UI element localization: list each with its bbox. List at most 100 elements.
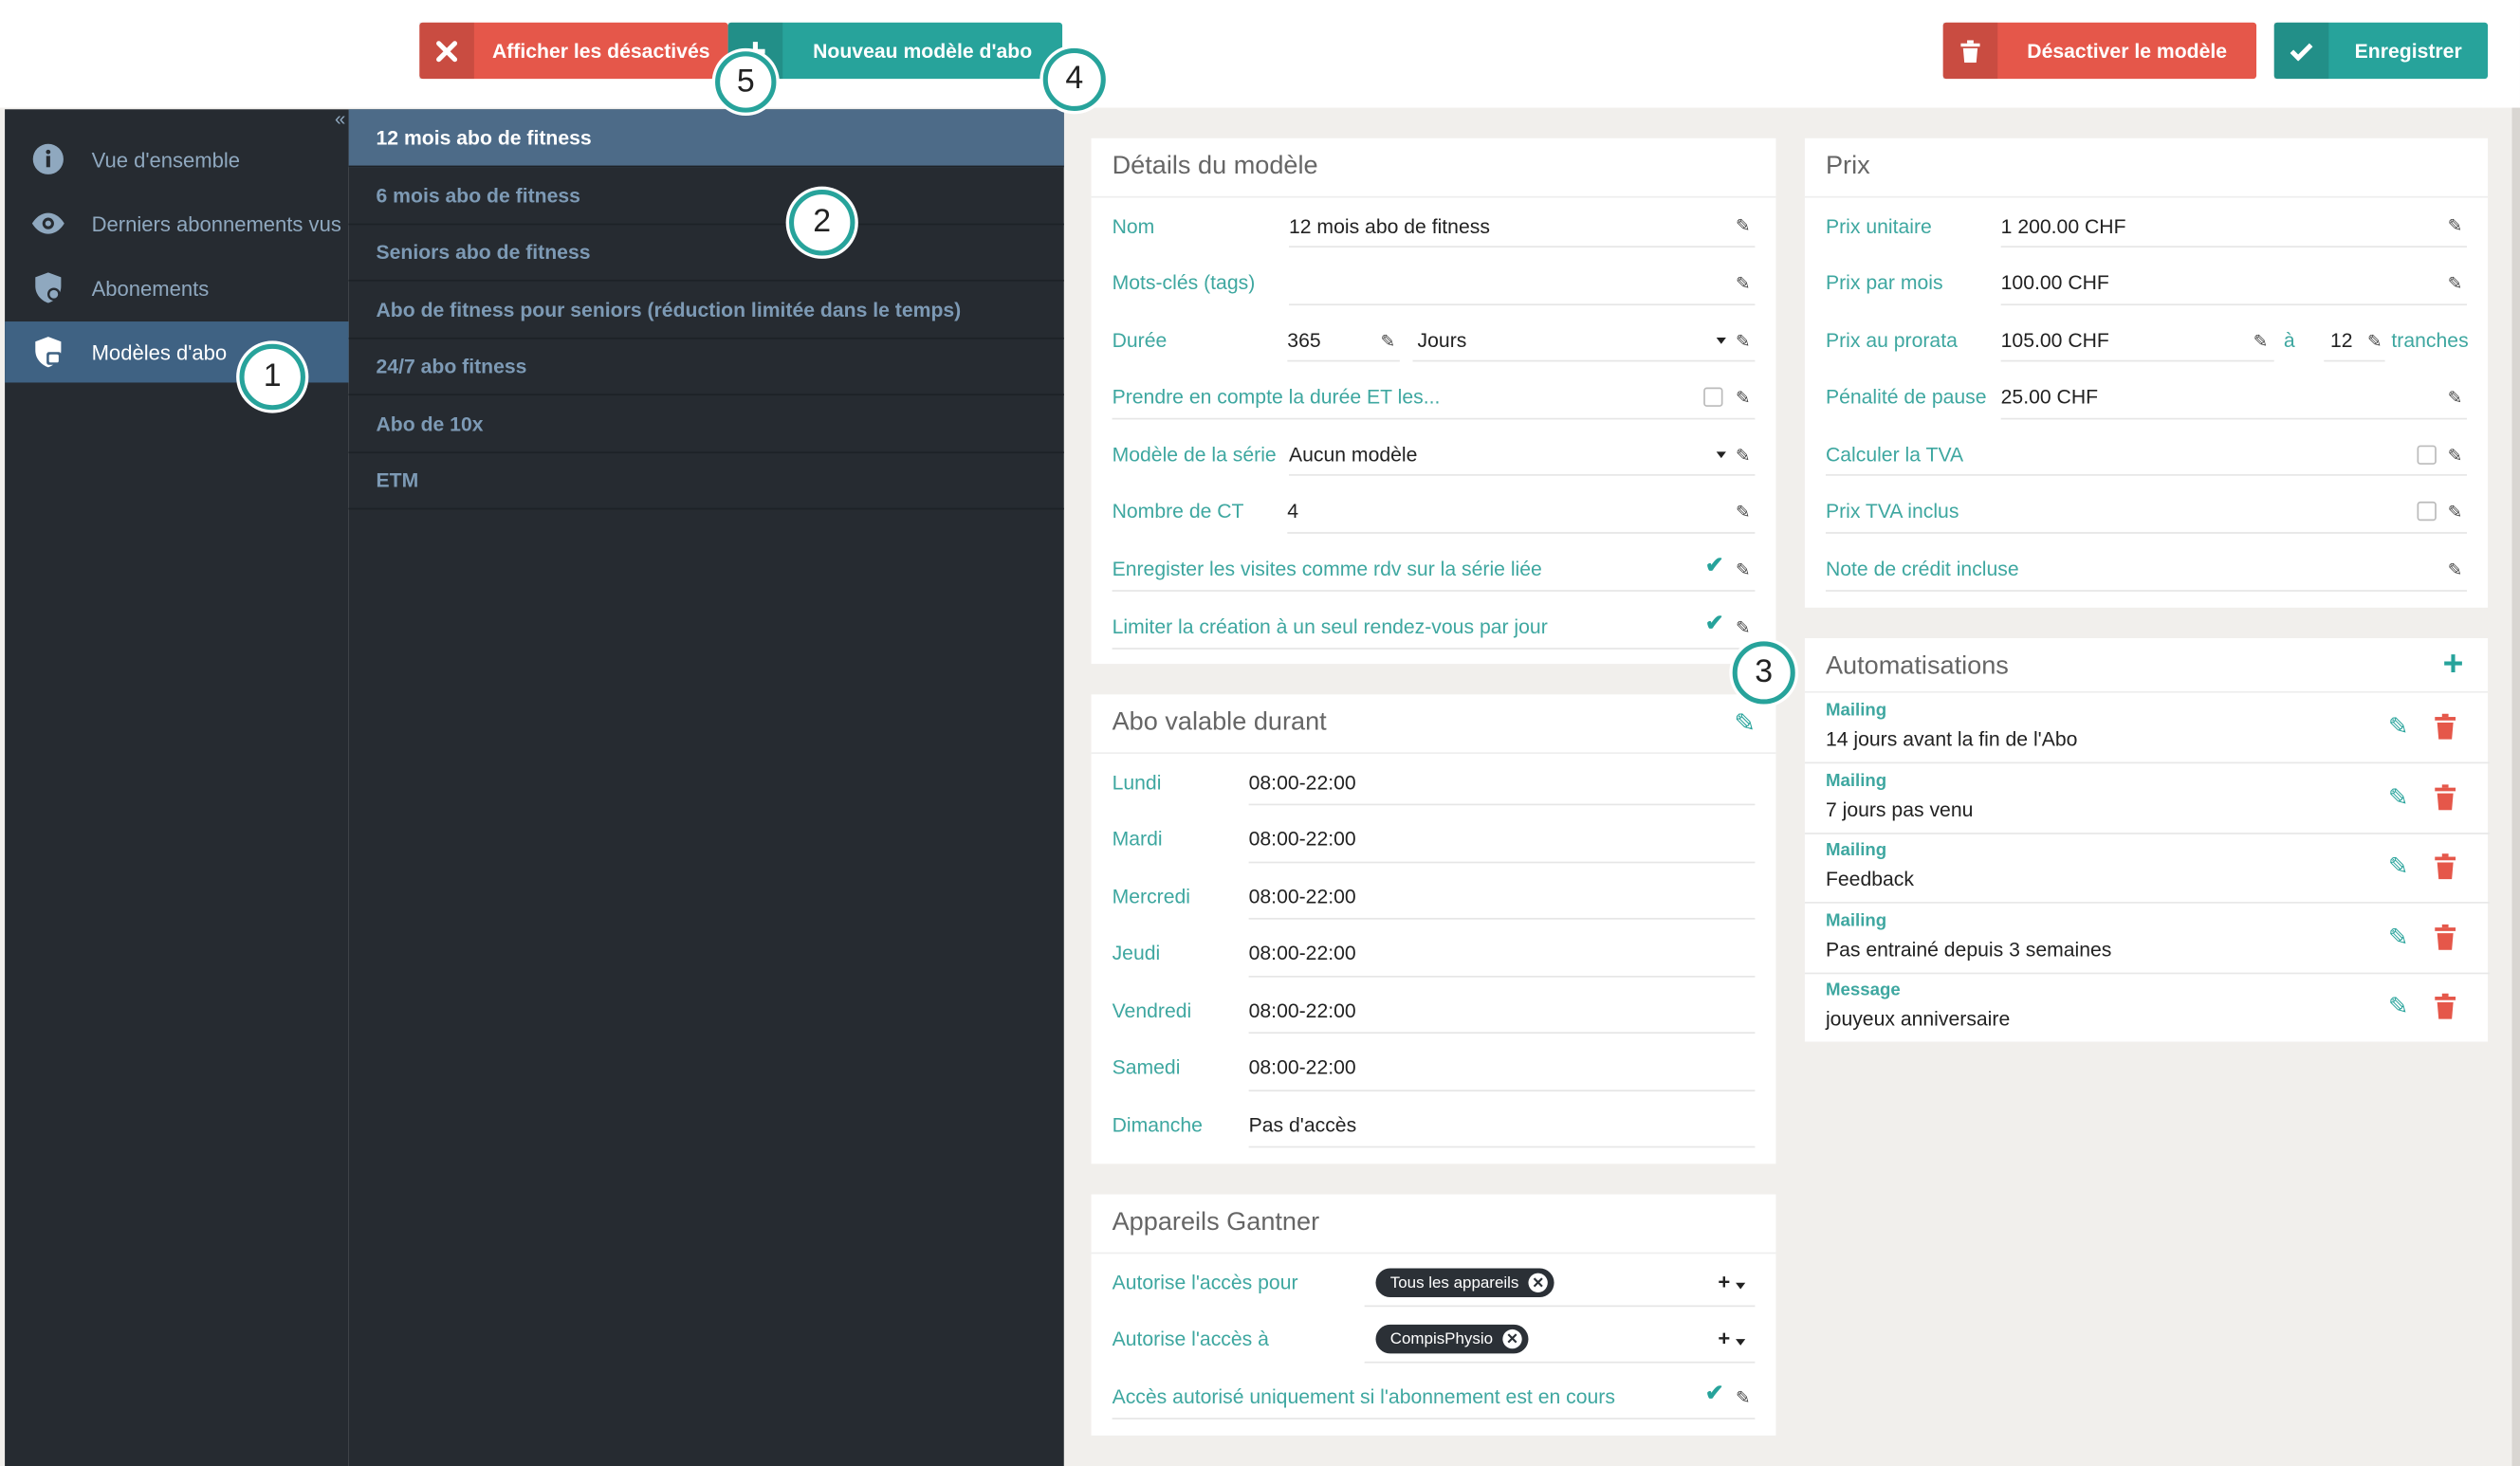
app-root: Afficher les désactivés Nouveau modèle d… — [0, 0, 2520, 1466]
sidebar-item-overview[interactable]: Vue d'ensemble — [5, 129, 349, 190]
monthly-price-label: Prix par mois — [1825, 271, 1943, 295]
day-label: Jeudi — [1112, 942, 1161, 965]
callout-badge: 1 — [239, 343, 305, 411]
remove-tag-icon[interactable]: ✕ — [1502, 1329, 1522, 1349]
callout-badge: 5 — [715, 51, 777, 113]
devices-panel: Appareils Gantner Autorise l'accès pour … — [1091, 1194, 1776, 1436]
access-to-tag[interactable]: CompisPhysio ✕ — [1375, 1324, 1529, 1354]
vat-included-checkbox[interactable] — [2417, 501, 2437, 522]
pencil-icon[interactable]: ✎ — [2448, 388, 2463, 408]
pencil-icon[interactable]: ✎ — [1736, 273, 1751, 294]
delete-icon[interactable] — [2435, 853, 2456, 888]
pencil-icon[interactable]: ✎ — [2448, 273, 2463, 294]
details-panel: Détails du modèle Nom 12 mois abo de fit… — [1091, 137, 1776, 665]
automation-desc: Feedback — [1825, 868, 1914, 891]
day-label: Vendredi — [1112, 999, 1192, 1023]
pencil-icon[interactable]: ✎ — [2448, 559, 2463, 580]
new-model-button[interactable]: Nouveau modèle d'abo — [727, 22, 1063, 80]
ct-label: Nombre de CT — [1112, 500, 1244, 522]
pencil-icon[interactable]: ✎ — [2448, 446, 2463, 466]
shield-icon — [5, 271, 92, 303]
automation-desc: jouyeux anniversaire — [1825, 1007, 2011, 1031]
pencil-icon[interactable]: ✎ — [1381, 331, 1396, 352]
chevron-down-icon — [1716, 451, 1726, 459]
save-button[interactable]: Enregistrer — [2273, 22, 2489, 80]
unit-price-label: Prix unitaire — [1825, 215, 1932, 238]
details-title: Détails du modèle — [1112, 153, 1318, 180]
price-title: Prix — [1825, 153, 1870, 180]
model-list: 12 mois abo de fitness 6 mois abo de fit… — [348, 109, 1064, 1466]
limit-checkbox[interactable]: ✔ — [1705, 609, 1724, 636]
edit-validity-icon[interactable]: ✎ — [1734, 707, 1756, 740]
new-model-label: Nouveau modèle d'abo — [813, 39, 1033, 63]
automation-desc: 7 jours pas venu — [1825, 798, 1974, 822]
pencil-icon[interactable]: ✎ — [2448, 502, 2463, 522]
scrollbar[interactable] — [2511, 107, 2520, 1466]
visits-checkbox[interactable]: ✔ — [1705, 551, 1724, 578]
list-item[interactable]: Abo de fitness pour seniors (réduction l… — [348, 282, 1064, 339]
edit-icon[interactable]: ✎ — [2388, 923, 2408, 952]
prorata-unit-label: tranches — [2391, 329, 2469, 353]
automation-type: Mailing — [1825, 840, 1887, 860]
delete-icon[interactable] — [2435, 784, 2456, 818]
delete-icon[interactable] — [2435, 924, 2456, 959]
list-item: Message jouyeux anniversaire ✎ — [1805, 973, 2490, 1044]
sidebar-item-recent-subscriptions[interactable]: Derniers abonnements vus — [5, 192, 349, 253]
pencil-icon[interactable]: ✎ — [1736, 331, 1751, 352]
deactivate-model-button[interactable]: Désactiver le modèle — [1942, 22, 2257, 80]
remove-tag-icon[interactable]: ✕ — [1528, 1273, 1548, 1292]
automations-panel: Automatisations + Mailing 14 jours avant… — [1804, 637, 2490, 1044]
pencil-icon[interactable]: ✎ — [1736, 502, 1751, 522]
pause-penalty-label: Pénalité de pause — [1825, 385, 1987, 409]
pencil-icon[interactable]: ✎ — [2253, 331, 2269, 352]
add-dropdown-icon[interactable]: + — [1718, 1270, 1746, 1294]
edit-icon[interactable]: ✎ — [2388, 712, 2408, 742]
pencil-icon[interactable]: ✎ — [1736, 215, 1751, 236]
list-item[interactable]: 12 mois abo de fitness — [348, 109, 1064, 168]
delete-icon[interactable] — [2435, 713, 2456, 748]
pencil-icon[interactable]: ✎ — [1736, 559, 1751, 580]
pencil-icon[interactable]: ✎ — [1736, 388, 1751, 408]
save-label: Enregistrer — [2354, 39, 2462, 63]
list-item[interactable]: 6 mois abo de fitness — [348, 167, 1064, 226]
list-item: Mailing Feedback ✎ — [1804, 833, 2490, 904]
duration-label: Durée — [1112, 329, 1168, 353]
edit-icon[interactable]: ✎ — [2388, 852, 2408, 881]
delete-icon[interactable] — [2435, 993, 2456, 1028]
pencil-icon[interactable]: ✎ — [1736, 1387, 1751, 1408]
show-disabled-button[interactable]: Afficher les désactivés — [419, 22, 728, 80]
deactivate-model-label: Désactiver le modèle — [2027, 39, 2228, 63]
devices-title: Appareils Gantner — [1112, 1208, 1320, 1237]
day-label: Lundi — [1112, 771, 1162, 795]
list-item[interactable]: Abo de 10x — [348, 395, 1064, 454]
list-item: Mailing 7 jours pas venu ✎ — [1804, 763, 2490, 834]
consider-checkbox[interactable] — [1703, 387, 1723, 407]
pencil-icon[interactable]: ✎ — [2367, 331, 2382, 352]
pencil-icon[interactable]: ✎ — [1736, 617, 1751, 638]
add-automation-icon[interactable]: + — [2443, 643, 2464, 685]
sidebar: « Vue d'ensemble Derniers abonnements vu… — [5, 108, 349, 1466]
list-item[interactable]: ETM — [348, 451, 1064, 510]
pencil-icon[interactable]: ✎ — [2448, 215, 2463, 236]
only-active-checkbox[interactable]: ✔ — [1705, 1379, 1724, 1406]
list-item[interactable]: Seniors abo de fitness — [348, 224, 1064, 282]
trash-icon — [1942, 22, 1998, 80]
access-for-tag[interactable]: Tous les appareils ✕ — [1375, 1268, 1554, 1298]
day-label: Samedi — [1112, 1055, 1181, 1079]
automation-desc: 14 jours avant la fin de l'Abo — [1825, 727, 2078, 751]
collapse-sidebar-icon[interactable]: « — [335, 108, 345, 131]
price-panel: Prix Prix unitaire 1 200.00 CHF ✎ Prix p… — [1804, 137, 2489, 608]
sidebar-item-subscriptions[interactable]: Abonements — [5, 257, 349, 318]
edit-icon[interactable]: ✎ — [2388, 783, 2408, 812]
add-dropdown-icon[interactable]: + — [1718, 1327, 1746, 1350]
callout-badge: 4 — [1042, 47, 1106, 111]
edit-icon[interactable]: ✎ — [2388, 992, 2408, 1021]
access-to-label: Autorise l'accès à — [1112, 1328, 1269, 1350]
vat-checkbox[interactable] — [2417, 445, 2437, 465]
pencil-icon[interactable]: ✎ — [1736, 446, 1751, 466]
list-item[interactable]: 24/7 abo fitness — [348, 338, 1064, 396]
prorata-at-label: à — [2283, 329, 2295, 353]
sidebar-item-label: Modèles d'abo — [91, 339, 228, 364]
callout-badge: 2 — [788, 190, 855, 256]
eye-icon — [5, 212, 92, 235]
